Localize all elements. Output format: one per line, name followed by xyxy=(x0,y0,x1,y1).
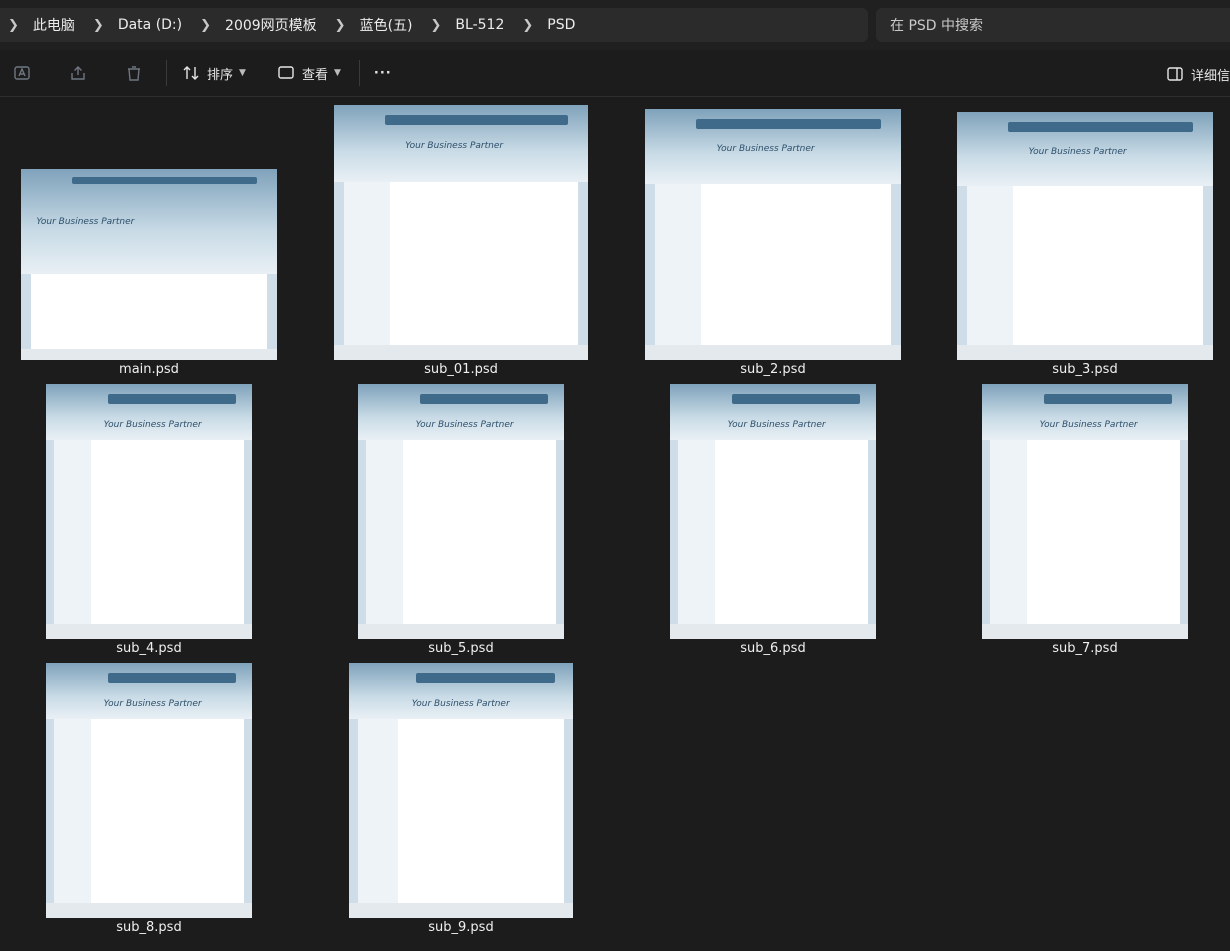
breadcrumb-2009-templates[interactable]: 2009网页模板 xyxy=(215,15,327,35)
file-thumbnail[interactable]: Your Business Partner xyxy=(21,169,277,360)
thumbnail-tagline: Your Business Partner xyxy=(727,419,826,430)
file-thumbnail[interactable]: Your Business Partner xyxy=(957,112,1213,360)
thumbnail-tagline: Your Business Partner xyxy=(411,698,510,709)
chevron-right-icon[interactable]: ❯ xyxy=(192,18,215,33)
file-name[interactable]: sub_01.psd xyxy=(361,362,561,377)
breadcrumb-bl-512[interactable]: BL-512 xyxy=(445,17,514,33)
file-name[interactable]: sub_6.psd xyxy=(673,641,873,656)
more-options-button[interactable]: ··· xyxy=(366,57,400,89)
view-button[interactable]: 查看 ▼ xyxy=(268,57,349,89)
sort-icon xyxy=(181,63,201,83)
search-input[interactable]: 在 PSD 中搜索 xyxy=(876,8,1230,42)
thumbnail-tagline: Your Business Partner xyxy=(1028,146,1127,157)
share-button[interactable] xyxy=(60,57,96,89)
chevron-right-icon[interactable]: ❯ xyxy=(85,18,108,33)
breadcrumb-psd[interactable]: PSD xyxy=(537,17,585,33)
thumbnail-tagline: Your Business Partner xyxy=(103,419,202,430)
view-label: 查看 xyxy=(301,67,328,83)
file-thumbnail[interactable]: Your Business Partner xyxy=(349,663,573,918)
chevron-down-icon: ▼ xyxy=(239,68,246,78)
search-placeholder: 在 PSD 中搜索 xyxy=(890,18,984,34)
details-pane-button[interactable]: 详细信 xyxy=(1165,58,1230,90)
rename-button[interactable] xyxy=(4,57,40,89)
more-icon: ··· xyxy=(373,65,392,81)
file-thumbnail[interactable]: Your Business Partner xyxy=(670,384,876,639)
thumbnail-tagline: Your Business Partner xyxy=(405,140,504,151)
file-name[interactable]: sub_2.psd xyxy=(673,362,873,377)
thumbnail-tagline: Your Business Partner xyxy=(103,698,202,709)
file-name[interactable]: sub_3.psd xyxy=(985,362,1185,377)
file-name[interactable]: main.psd xyxy=(49,362,249,377)
file-thumbnail[interactable]: Your Business Partner xyxy=(334,105,588,360)
file-grid: Your Business Partner main.psd Your Busi… xyxy=(0,97,1230,951)
view-icon xyxy=(276,63,296,83)
file-name[interactable]: sub_4.psd xyxy=(49,641,249,656)
chevron-right-icon[interactable]: ❯ xyxy=(514,18,537,33)
delete-button[interactable] xyxy=(116,57,152,89)
sort-button[interactable]: 排序 ▼ xyxy=(173,57,254,89)
file-name[interactable]: sub_8.psd xyxy=(49,920,249,935)
thumbnail-tagline: Your Business Partner xyxy=(36,216,135,227)
sort-label: 排序 xyxy=(207,67,234,83)
file-name[interactable]: sub_5.psd xyxy=(361,641,561,656)
thumbnail-tagline: Your Business Partner xyxy=(415,419,514,430)
trash-icon xyxy=(124,63,144,83)
breadcrumb-blue-5[interactable]: 蓝色(五) xyxy=(350,15,423,35)
rename-icon xyxy=(12,63,32,83)
file-name[interactable]: sub_9.psd xyxy=(361,920,561,935)
file-name[interactable]: sub_7.psd xyxy=(985,641,1185,656)
file-thumbnail[interactable]: Your Business Partner xyxy=(982,384,1188,639)
chevron-left-icon[interactable]: ❯ xyxy=(0,18,23,33)
thumbnail-tagline: Your Business Partner xyxy=(716,144,815,155)
file-thumbnail[interactable]: Your Business Partner xyxy=(358,384,564,639)
file-thumbnail[interactable]: Your Business Partner xyxy=(46,663,252,918)
share-icon xyxy=(68,63,88,83)
details-label: 详细信 xyxy=(1190,68,1230,84)
toolbar-divider xyxy=(166,60,167,86)
file-thumbnail[interactable]: Your Business Partner xyxy=(645,109,901,360)
command-bar: 排序 ▼ 查看 ▼ ··· xyxy=(0,50,1230,97)
file-thumbnail[interactable]: Your Business Partner xyxy=(46,384,252,639)
chevron-right-icon[interactable]: ❯ xyxy=(327,18,350,33)
breadcrumb-data-drive[interactable]: Data (D:) xyxy=(108,17,192,33)
chevron-down-icon: ▼ xyxy=(333,68,341,78)
thumbnail-tagline: Your Business Partner xyxy=(1039,419,1138,430)
breadcrumb[interactable]: ❯ 此电脑 ❯ Data (D:) ❯ 2009网页模板 ❯ 蓝色(五) ❯ B… xyxy=(0,8,868,42)
address-bar-area: ❯ 此电脑 ❯ Data (D:) ❯ 2009网页模板 ❯ 蓝色(五) ❯ B… xyxy=(0,0,1230,50)
toolbar-divider xyxy=(358,60,360,86)
chevron-right-icon[interactable]: ❯ xyxy=(423,18,446,33)
details-pane-icon xyxy=(1165,64,1185,84)
breadcrumb-this-pc[interactable]: 此电脑 xyxy=(23,15,85,35)
